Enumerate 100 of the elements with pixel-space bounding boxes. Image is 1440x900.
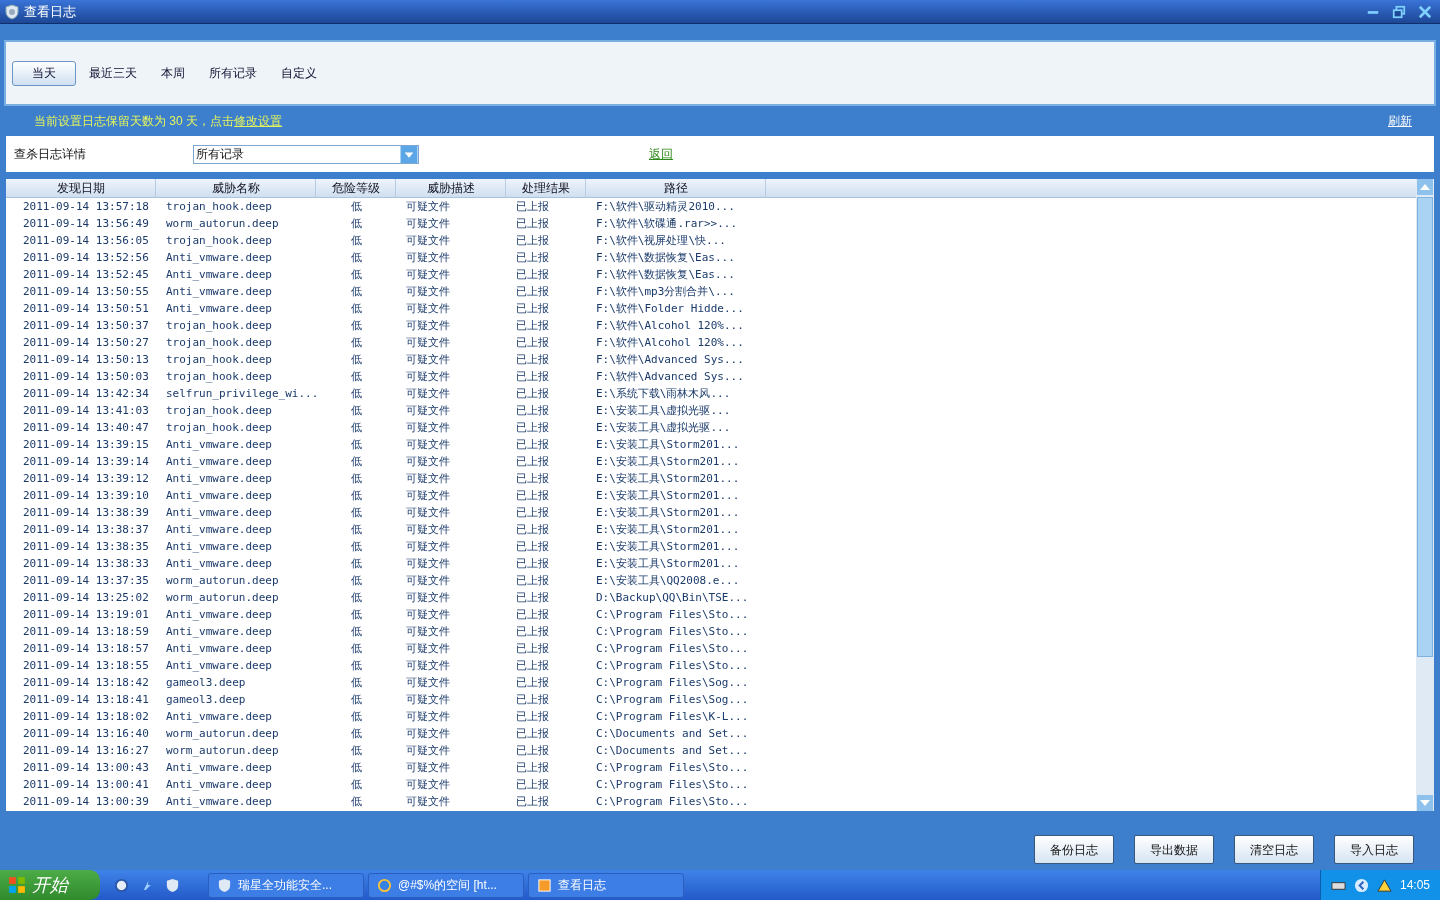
table-cell-text: 已上报	[515, 386, 550, 402]
action-button[interactable]: 导入日志	[1334, 835, 1414, 864]
action-button[interactable]: 备份日志	[1034, 835, 1114, 864]
table-cell-text: 低	[349, 709, 363, 725]
table-cell-text: C:\Documents and Set...	[595, 743, 750, 759]
table-cell-text: 可疑文件	[405, 250, 451, 266]
chevron-icon[interactable]	[1353, 877, 1369, 893]
column-header[interactable]: 危险等级	[316, 179, 396, 198]
table-cell-text: 已上报	[515, 199, 550, 215]
table-cell-text: 已上报	[515, 352, 550, 368]
tab[interactable]: 所有记录	[198, 60, 268, 86]
table-cell-text: 已上报	[515, 437, 550, 453]
window-icon	[537, 877, 552, 893]
table-cell-text: 低	[349, 794, 363, 810]
table-cell-text: Anti_vmware.deep	[165, 624, 273, 640]
table-cell-text: E:\安装工具\Storm201...	[595, 437, 741, 453]
table-cell-text: 低	[349, 777, 363, 793]
start-button[interactable]: 开始	[0, 870, 100, 900]
table-cell-text: 低	[349, 488, 363, 504]
taskbar-button[interactable]: @#$%的空间 [ht...	[368, 872, 524, 898]
column-header[interactable]: 威胁名称	[156, 179, 316, 198]
table-cell-text: 2011-09-14 13:18:02	[22, 709, 150, 725]
table-cell-text: Anti_vmware.deep	[165, 556, 273, 572]
action-button[interactable]: 清空日志	[1234, 835, 1314, 864]
table-cell-text: F:\软件\视屏处理\快...	[595, 233, 727, 249]
table-cell-text: E:\系统下载\雨林木风...	[595, 386, 732, 402]
table-cell-text: 已上报	[515, 267, 550, 283]
column-header[interactable]: 处理结果	[506, 179, 586, 198]
tab[interactable]: 最近三天	[78, 60, 148, 86]
table-cell-text: 2011-09-14 13:18:55	[22, 658, 150, 674]
table-cell-text: 低	[349, 301, 363, 317]
restore-icon[interactable]	[1392, 4, 1406, 19]
warning-icon[interactable]	[1376, 877, 1392, 893]
table-cell-text: worm_autorun.deep	[165, 590, 280, 606]
shield-icon[interactable]	[165, 877, 180, 893]
column-header[interactable]: 发现日期	[6, 179, 156, 198]
table-cell-text: 已上报	[515, 590, 550, 606]
taskbar-button[interactable]: 瑞星全功能安全...	[208, 872, 364, 898]
table-cell-text: 低	[349, 420, 363, 436]
tab[interactable]: 自定义	[270, 60, 328, 86]
shield-icon	[217, 877, 232, 893]
table-cell-text: 已上报	[515, 607, 550, 623]
close-icon[interactable]	[1418, 4, 1432, 19]
back-link[interactable]: 返回	[649, 145, 673, 163]
table-cell-text: 低	[349, 675, 363, 691]
column-header[interactable]: 路径	[586, 179, 766, 198]
table-cell-text: 可疑文件	[405, 726, 451, 742]
table-cell-text: 可疑文件	[405, 318, 451, 334]
table-cell-text: worm_autorun.deep	[165, 726, 280, 742]
table-cell-text: F:\软件\软碟通.rar>>...	[595, 216, 739, 232]
table-cell-text: 2011-09-14 13:52:45	[22, 267, 150, 283]
scroll-thumb[interactable]	[1417, 197, 1433, 657]
table-cell-text: Anti_vmware.deep	[165, 794, 273, 810]
table-cell-text: 2011-09-14 13:50:03	[22, 369, 150, 385]
table-cell-text: C:\Program Files\Sog...	[595, 675, 750, 691]
table-cell-text: 低	[349, 233, 363, 249]
table-cell-text: trojan_hook.deep	[165, 233, 273, 249]
action-button[interactable]: 导出数据	[1134, 835, 1214, 864]
table-cell-text: 可疑文件	[405, 216, 451, 232]
table-cell-text: 低	[349, 539, 363, 555]
clock: 14:05	[1399, 877, 1430, 894]
table-cell-text: 低	[349, 573, 363, 589]
table-cell-text: C:\Program Files\Sto...	[595, 641, 750, 657]
tab[interactable]: 当天	[12, 60, 76, 86]
table-cell-text: 2011-09-14 13:37:35	[22, 573, 150, 589]
table-cell-text: trojan_hook.deep	[165, 199, 273, 215]
table-cell-text: 已上报	[515, 403, 550, 419]
table-cell-text: 可疑文件	[405, 199, 451, 215]
table-cell-text: 可疑文件	[405, 352, 451, 368]
table-cell-text: trojan_hook.deep	[165, 420, 273, 436]
column-header[interactable]: 威胁描述	[396, 179, 506, 198]
settings-link[interactable]: 修改设置	[234, 114, 282, 128]
table-cell-text: trojan_hook.deep	[165, 352, 273, 368]
table-cell-text: 可疑文件	[405, 454, 451, 470]
table-cell-text: C:\Program Files\Sto...	[595, 607, 750, 623]
table-cell-text: Anti_vmware.deep	[165, 607, 273, 623]
taskbar-button[interactable]: 查看日志	[528, 872, 684, 898]
filter-dropdown[interactable]: 所有记录	[193, 144, 419, 164]
table-cell-text: 2011-09-14 13:16:27	[22, 743, 150, 759]
table-cell-text: 可疑文件	[405, 760, 451, 776]
table-cell-text: trojan_hook.deep	[165, 403, 273, 419]
table-cell-text: 低	[349, 318, 363, 334]
table-cell-text: 低	[349, 522, 363, 538]
table-cell-text: 2011-09-14 13:00:39	[22, 794, 150, 810]
table-cell-text: 2011-09-14 13:50:55	[22, 284, 150, 300]
table-cell-text: Anti_vmware.deep	[165, 709, 273, 725]
table-cell-text: 2011-09-14 13:00:41	[22, 777, 150, 793]
table-cell-text: 低	[349, 471, 363, 487]
table-cell-text: 已上报	[515, 573, 550, 589]
tab[interactable]: 本周	[150, 60, 196, 86]
window-title: 查看日志	[24, 2, 76, 21]
table-cell-text: F:\软件\Folder Hidde...	[595, 301, 745, 317]
scrollbar[interactable]	[1416, 179, 1434, 811]
table-cell-text: 已上报	[515, 624, 550, 640]
browser-icon[interactable]	[114, 877, 129, 893]
refresh-link[interactable]: 刷新	[1388, 112, 1412, 130]
table-cell-text: E:\安装工具\Storm201...	[595, 522, 741, 538]
table-cell-text: 可疑文件	[405, 573, 451, 589]
table-cell-text: E:\安装工具\Storm201...	[595, 556, 741, 572]
table-cell-text: 已上报	[515, 777, 550, 793]
